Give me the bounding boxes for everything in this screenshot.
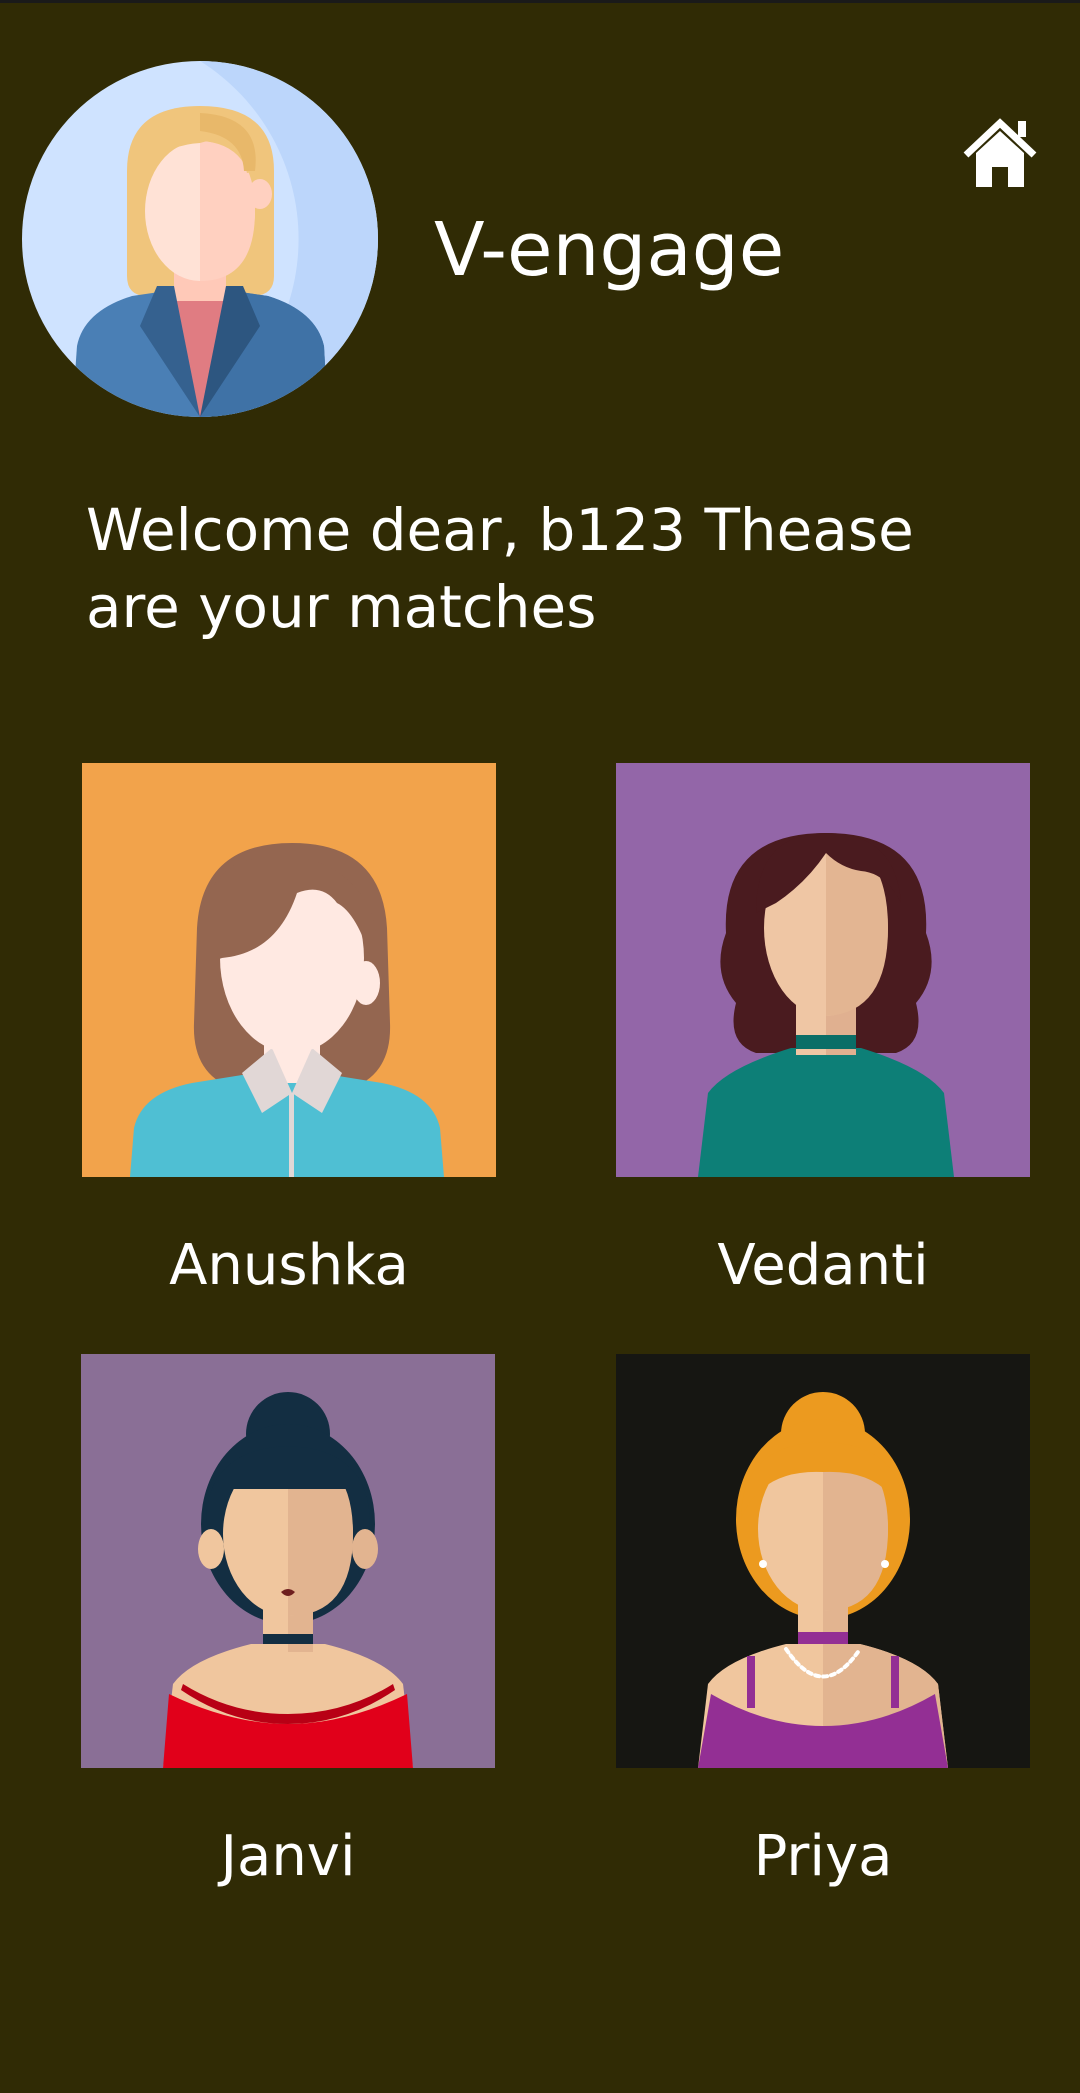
match-card-vedanti[interactable]: Vedanti (616, 763, 1030, 1298)
match-card-janvi[interactable]: Janvi (81, 1354, 495, 1889)
match-name: Janvi (220, 1824, 356, 1889)
welcome-message: Welcome dear, b123 Thease are your match… (86, 492, 986, 646)
match-photo[interactable] (616, 763, 1030, 1177)
app-title: V-engage (434, 207, 785, 293)
match-name: Vedanti (717, 1233, 929, 1298)
woman-business-avatar-icon (22, 61, 378, 417)
match-photo[interactable] (82, 763, 496, 1177)
woman-avatar-janvi-icon (81, 1354, 495, 1768)
match-name: Anushka (169, 1233, 409, 1298)
woman-avatar-vedanti-icon (616, 763, 1030, 1177)
home-icon (963, 118, 1037, 187)
match-photo[interactable] (81, 1354, 495, 1768)
woman-avatar-priya-icon (616, 1354, 1030, 1768)
match-card-priya[interactable]: Priya (616, 1354, 1030, 1889)
match-card-anushka[interactable]: Anushka (82, 763, 496, 1298)
home-button[interactable] (960, 115, 1040, 190)
match-photo[interactable] (616, 1354, 1030, 1768)
profile-avatar[interactable] (22, 61, 378, 417)
welcome-line-2: are your matches (86, 573, 597, 641)
woman-avatar-anushka-icon (82, 763, 496, 1177)
match-name: Priya (753, 1824, 893, 1889)
welcome-line-1: Welcome dear, b123 Thease (86, 496, 914, 564)
status-divider (0, 0, 1080, 3)
